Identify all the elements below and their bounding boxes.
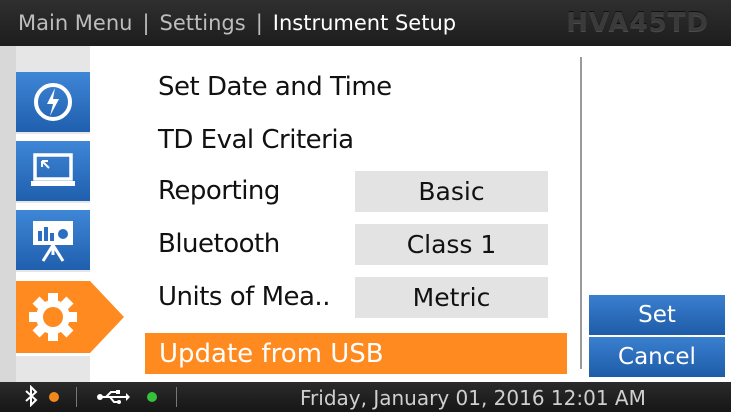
status-datetime: Friday, January 01, 2016 12:01 AM [300,386,646,410]
gear-icon [16,281,124,353]
menu-item-bluetooth-label: Bluetooth [158,229,280,259]
sidebar-item-power[interactable] [16,72,90,134]
menu-item-reporting-label: Reporting [158,176,280,206]
set-button[interactable]: Set [589,295,725,335]
menu-item-set-date-time[interactable]: Set Date and Time [158,72,392,102]
units-value-select[interactable]: Metric [355,277,548,318]
bluetooth-icon [24,384,38,412]
breadcrumb-main-menu[interactable]: Main Menu [18,11,132,35]
status-separator [76,387,77,407]
sidebar-spacer [16,46,90,72]
sidebar-item-settings[interactable] [16,281,124,353]
breadcrumb-instrument-setup: Instrument Setup [272,11,457,35]
monitor-icon [31,153,75,186]
usb-status-dot [147,392,157,402]
menu-item-units-label: Units of Mea.. [158,282,330,312]
title-bar: Main Menu | Settings | Instrument Setup … [0,0,731,46]
usb-icon [96,389,130,409]
sidebar-item-presentation[interactable] [16,210,90,272]
bluetooth-value-select[interactable]: Class 1 [355,224,548,265]
sidebar-rail [0,46,16,382]
menu-item-update-from-usb[interactable]: Update from USB [145,333,567,374]
model-name: HVA45TD [566,8,709,38]
breadcrumb-separator: | [142,11,150,35]
breadcrumb-separator: | [255,11,263,35]
divider [580,57,582,369]
breadcrumb-settings[interactable]: Settings [160,11,246,35]
status-bar: Friday, January 01, 2016 12:01 AM [0,382,731,412]
cancel-button[interactable]: Cancel [589,337,725,377]
sidebar-item-monitor[interactable] [16,141,90,203]
sidebar-spacer [16,356,90,382]
power-icon [34,83,72,121]
menu-item-td-eval-criteria[interactable]: TD Eval Criteria [158,125,354,155]
presentation-icon [33,221,73,262]
reporting-value-select[interactable]: Basic [355,171,548,212]
bluetooth-status-dot [49,392,59,402]
status-separator [176,387,177,407]
